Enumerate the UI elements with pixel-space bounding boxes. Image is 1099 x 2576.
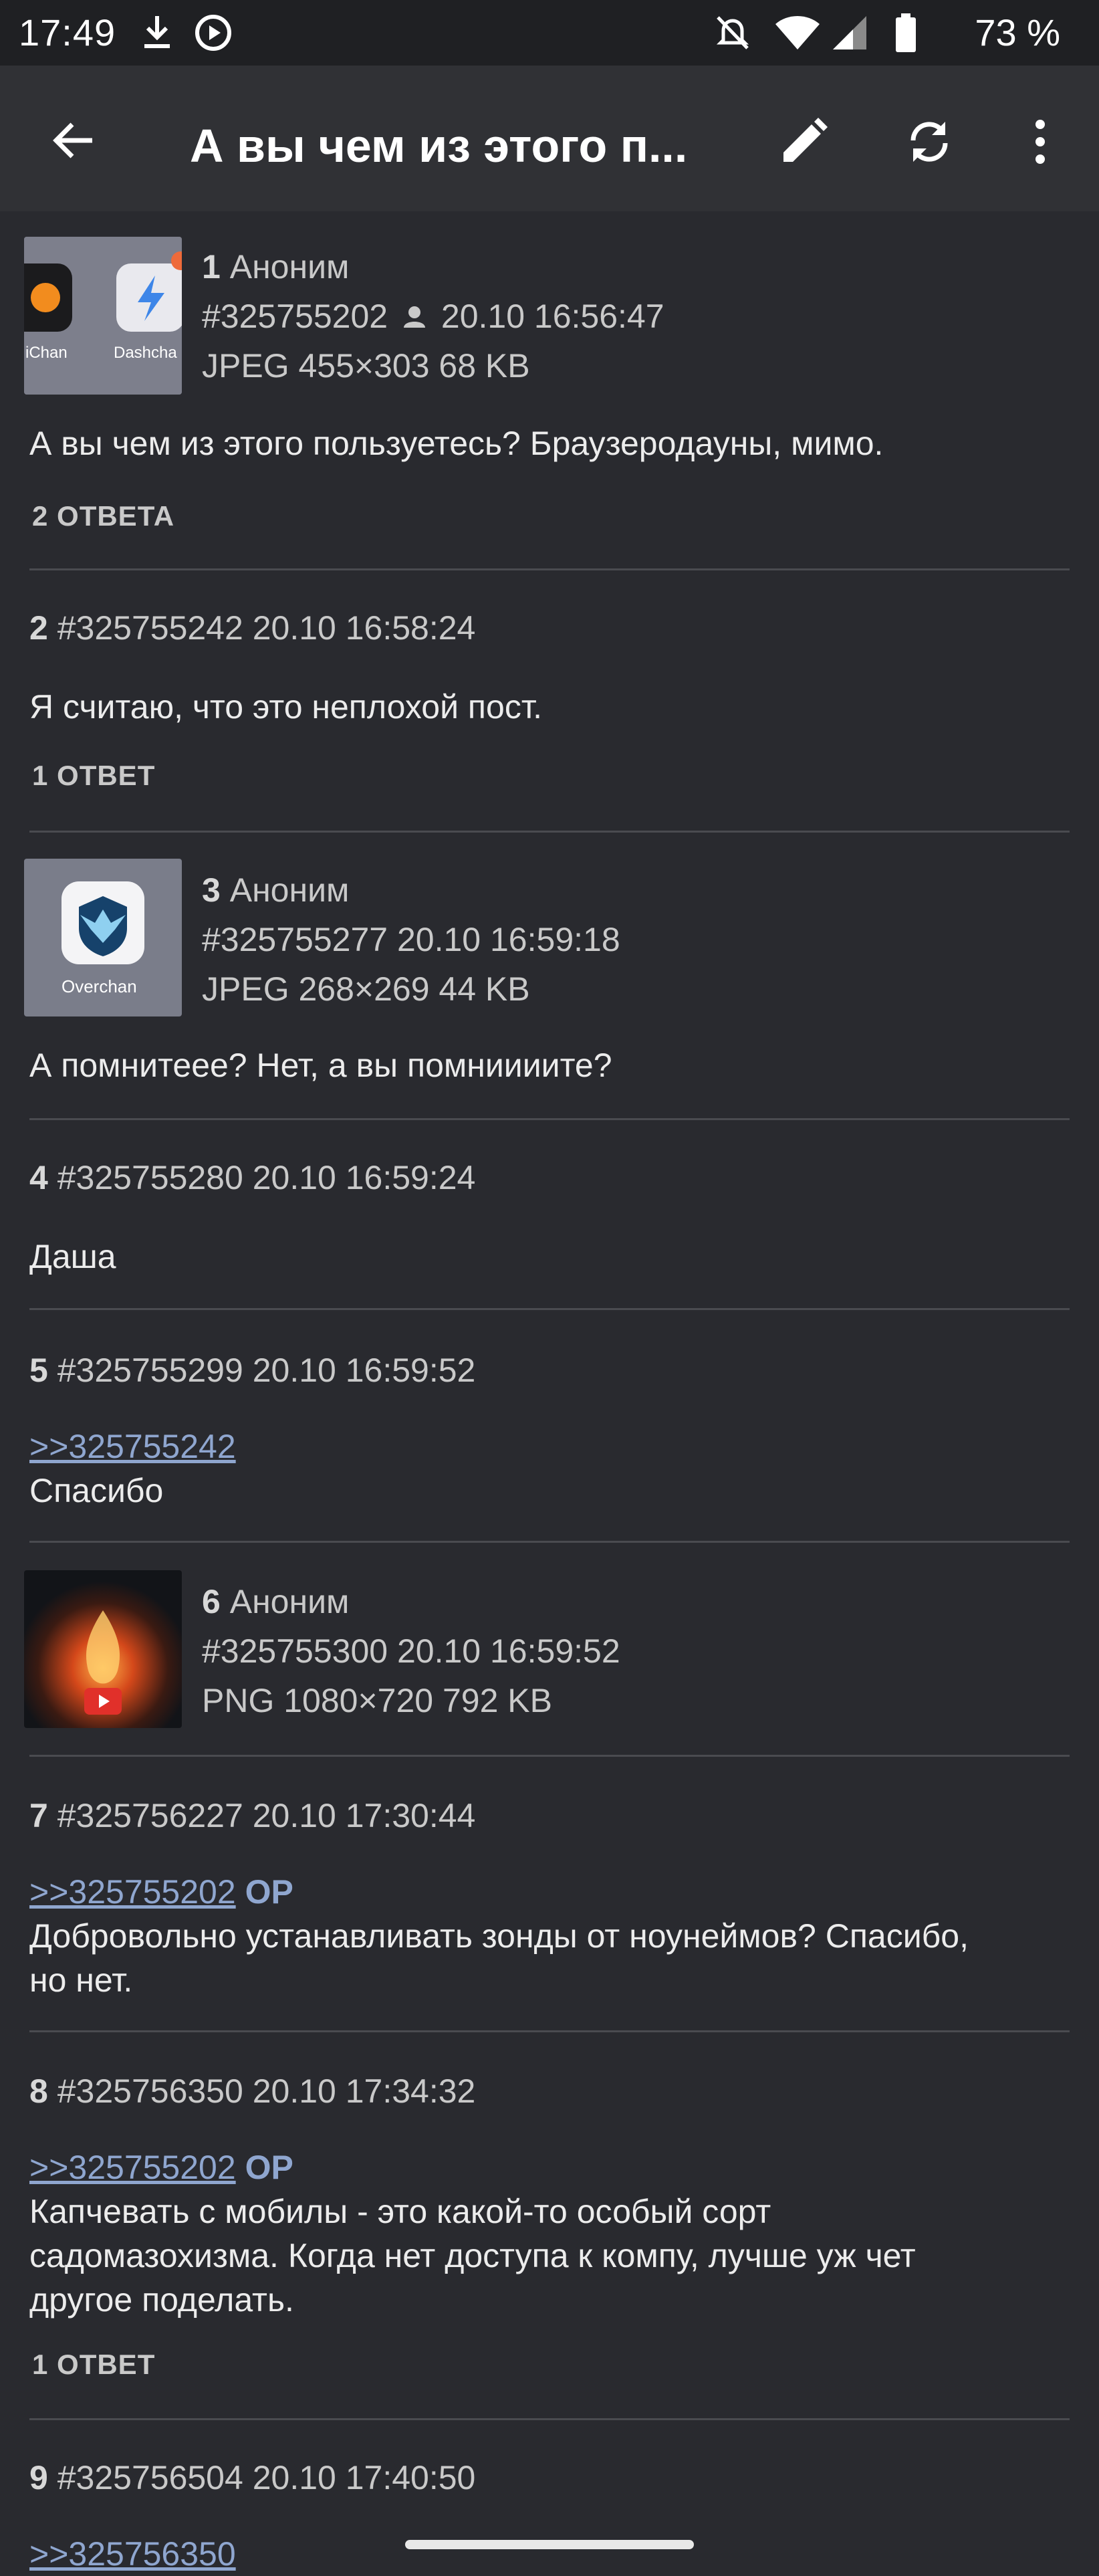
gesture-nav-bar[interactable] bbox=[405, 2540, 694, 2549]
divider bbox=[29, 1118, 1070, 1120]
post-date: 20.10 17:30:44 bbox=[252, 1797, 476, 1834]
post-body: >>325755202 OP Капчевать с мобилы - это … bbox=[29, 2145, 979, 2322]
signal-icon bbox=[830, 13, 869, 56]
back-icon bbox=[53, 122, 92, 158]
post-id[interactable]: #325755300 bbox=[202, 1632, 388, 1670]
divider bbox=[29, 1308, 1070, 1310]
post-date: 20.10 16:56:47 bbox=[441, 298, 664, 335]
post-date: 20.10 17:40:50 bbox=[252, 2459, 476, 2496]
divider bbox=[29, 2418, 1070, 2420]
more-button[interactable] bbox=[1008, 110, 1072, 174]
quote-link[interactable]: >>325755202 bbox=[29, 2149, 236, 2186]
post-header: 1 Аноним #325755202 20.10 16:56:47 JPEG … bbox=[202, 242, 664, 391]
post-id[interactable]: #325756504 bbox=[57, 2459, 243, 2496]
post-number: 6 bbox=[202, 1583, 221, 1620]
wifi-icon bbox=[774, 13, 821, 56]
post-body: >>325755242 Спасибо bbox=[29, 1424, 1072, 1513]
post-text: А вы чем из этого пользуетесь? Браузерод… bbox=[29, 425, 884, 462]
post-author: Аноним bbox=[229, 871, 350, 909]
refresh-button[interactable] bbox=[897, 110, 961, 174]
post-id[interactable]: #325756227 bbox=[57, 1797, 243, 1834]
status-time: 17:49 bbox=[19, 11, 116, 53]
post-date: 20.10 16:59:18 bbox=[396, 921, 620, 958]
divider bbox=[29, 831, 1070, 833]
post-id[interactable]: #325755280 bbox=[57, 1159, 243, 1196]
op-tag: OP bbox=[245, 1873, 293, 1911]
post-date: 20.10 16:59:52 bbox=[396, 1632, 620, 1670]
post-thumbnail[interactable]: iChan Dashcha bbox=[24, 237, 182, 395]
post-header: 5 #325755299 20.10 16:59:52 bbox=[29, 1351, 475, 1390]
post-date: 20.10 17:34:32 bbox=[252, 2072, 476, 2110]
edit-button[interactable] bbox=[771, 110, 836, 174]
post-number: 7 bbox=[29, 1797, 48, 1834]
battery-icon bbox=[894, 13, 917, 57]
media-icon bbox=[194, 13, 233, 56]
post-text: Я считаю, что это неплохой пост. bbox=[29, 688, 543, 726]
replies-button[interactable]: 1 ОТВЕТ bbox=[32, 2349, 155, 2381]
post-number: 8 bbox=[29, 2072, 48, 2110]
post-author: Аноним bbox=[229, 248, 350, 286]
divider bbox=[29, 2030, 1070, 2032]
post-text: Даша bbox=[29, 1238, 116, 1275]
more-icon bbox=[1035, 120, 1045, 164]
quote-link[interactable]: >>325756350 bbox=[29, 2535, 236, 2573]
post-number: 9 bbox=[29, 2459, 48, 2496]
post-text: Капчевать с мобилы - это какой-то особый… bbox=[29, 2193, 916, 2319]
file-info: PNG 1080×720 792 KB bbox=[202, 1682, 552, 1719]
thumb-label: Overchan bbox=[62, 976, 137, 996]
post-id[interactable]: #325755277 bbox=[202, 921, 388, 958]
quote-link[interactable]: >>325755202 bbox=[29, 1873, 236, 1911]
post-date: 20.10 16:59:24 bbox=[252, 1159, 476, 1196]
post-text: Добровольно устанавливать зонды от ноуне… bbox=[29, 1917, 969, 1999]
refresh-icon bbox=[910, 122, 948, 162]
post-header: 9 #325756504 20.10 17:40:50 bbox=[29, 2458, 475, 2497]
post-number: 2 bbox=[29, 609, 48, 647]
app-icons-image bbox=[24, 237, 182, 395]
post-header: 6 Аноним #325755300 20.10 16:59:52 PNG 1… bbox=[202, 1577, 620, 1725]
thumb-label: iChan bbox=[25, 344, 68, 362]
post-header: 2 #325755242 20.10 16:58:24 bbox=[29, 609, 475, 647]
edit-icon bbox=[783, 118, 828, 162]
replies-button[interactable]: 1 ОТВЕТ bbox=[32, 760, 155, 792]
post-number: 4 bbox=[29, 1159, 48, 1196]
post-number: 5 bbox=[29, 1352, 48, 1389]
mute-icon bbox=[714, 13, 751, 56]
divider bbox=[29, 1755, 1070, 1757]
divider bbox=[29, 1541, 1070, 1543]
divider bbox=[29, 568, 1070, 570]
quote-link[interactable]: >>325755242 bbox=[29, 1428, 236, 1465]
post-id[interactable]: #325755299 bbox=[57, 1352, 243, 1389]
file-info: JPEG 455×303 68 KB bbox=[202, 347, 530, 385]
post-number: 1 bbox=[202, 248, 221, 286]
user-icon bbox=[403, 306, 425, 328]
app-bar: А вы чем из этого п... bbox=[0, 66, 1099, 211]
post-id[interactable]: #325755202 bbox=[202, 298, 388, 335]
thumb-label: Dashcha bbox=[114, 344, 177, 362]
post-date: 20.10 16:58:24 bbox=[252, 609, 476, 647]
post-id[interactable]: #325755242 bbox=[57, 609, 243, 647]
post-header: 4 #325755280 20.10 16:59:24 bbox=[29, 1158, 475, 1197]
file-info: JPEG 268×269 44 KB bbox=[202, 970, 530, 1008]
post-date: 20.10 16:59:52 bbox=[252, 1352, 476, 1389]
post-body: >>325755202 OP Добровольно устанавливать… bbox=[29, 1870, 979, 2002]
status-bar: 17:49 73 % bbox=[0, 0, 1099, 66]
post-header: 7 #325756227 20.10 17:30:44 bbox=[29, 1796, 475, 1835]
post-body: >>325756350 bbox=[29, 2532, 1072, 2576]
post-text: А помнитеее? Нет, а вы помниииите? bbox=[29, 1047, 612, 1084]
post-thumbnail[interactable] bbox=[24, 1570, 182, 1728]
post-id[interactable]: #325756350 bbox=[57, 2072, 243, 2110]
op-tag: OP bbox=[245, 2149, 293, 2186]
fire-art-image bbox=[24, 1570, 182, 1728]
replies-button[interactable]: 2 ОТВЕТА bbox=[32, 500, 174, 532]
post-thumbnail[interactable]: Overchan bbox=[24, 859, 182, 1016]
post-text: Спасибо bbox=[29, 1472, 164, 1509]
battery-percent: 73 % bbox=[975, 11, 1060, 53]
thread-title: А вы чем из этого п... bbox=[190, 120, 688, 172]
post-number: 3 bbox=[202, 871, 221, 909]
back-button[interactable] bbox=[47, 114, 100, 167]
post-header: 3 Аноним #325755277 20.10 16:59:18 JPEG … bbox=[202, 865, 620, 1014]
post-author: Аноним bbox=[229, 1583, 350, 1620]
post-header: 8 #325756350 20.10 17:34:32 bbox=[29, 2072, 475, 2111]
download-icon bbox=[140, 13, 174, 54]
